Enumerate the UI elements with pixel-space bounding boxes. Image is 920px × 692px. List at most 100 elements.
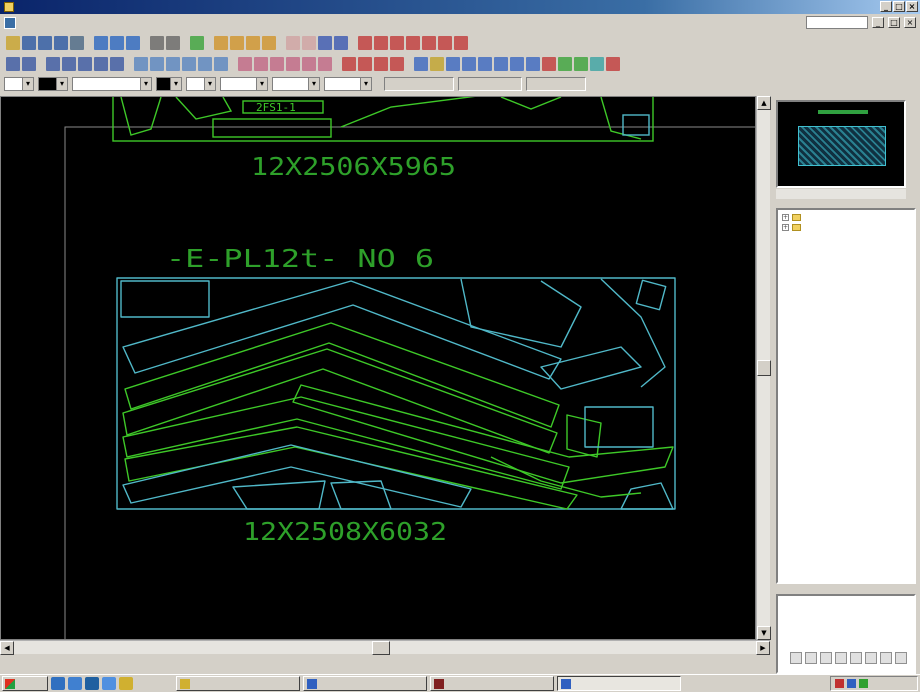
linetype-combo[interactable] — [72, 77, 152, 91]
task-button[interactable] — [303, 676, 427, 691]
toolbar-tool-icon[interactable] — [446, 57, 460, 71]
panel-tool-button[interactable] — [865, 652, 877, 664]
dimstyle-combo[interactable] — [272, 77, 320, 91]
toolbar-tool-icon[interactable] — [358, 36, 372, 50]
lineweight-combo[interactable] — [156, 77, 182, 91]
document-icon[interactable] — [4, 17, 16, 29]
toolbar-tool-icon[interactable] — [190, 36, 204, 50]
toolbar-tool-icon[interactable] — [526, 57, 540, 71]
toolbar-tool-icon[interactable] — [302, 36, 316, 50]
toolbar-tool-icon[interactable] — [54, 36, 68, 50]
toolbar-tool-icon[interactable] — [286, 57, 300, 71]
horizontal-scroll-thumb[interactable] — [372, 641, 390, 655]
toolbar-tool-icon[interactable] — [6, 36, 20, 50]
toolbar-tool-icon[interactable] — [390, 36, 404, 50]
toolbar-tool-icon[interactable] — [390, 57, 404, 71]
toolbar-tool-icon[interactable] — [166, 57, 180, 71]
toolbar-tool-icon[interactable] — [46, 57, 60, 71]
tray-icon[interactable] — [859, 679, 868, 688]
toolbar-tool-icon[interactable] — [78, 57, 92, 71]
tray-icon[interactable] — [835, 679, 844, 688]
tray-icon[interactable] — [847, 679, 856, 688]
toolbar-tool-icon[interactable] — [198, 57, 212, 71]
doc-minimize-button[interactable]: _ — [872, 17, 884, 28]
toolbar-tool-icon[interactable] — [62, 57, 76, 71]
toolbar-tool-icon[interactable] — [334, 36, 348, 50]
panel-tool-button[interactable] — [850, 652, 862, 664]
toolbar-tool-icon[interactable] — [574, 57, 588, 71]
horizontal-scrollbar[interactable]: ◀ ▶ — [0, 640, 770, 655]
quicklaunch-media-icon[interactable] — [102, 677, 116, 690]
toolbar-tool-icon[interactable] — [230, 36, 244, 50]
scroll-up-icon[interactable]: ▲ — [757, 96, 771, 110]
toolbar-tool-icon[interactable] — [558, 57, 572, 71]
toolbar-tool-icon[interactable] — [38, 36, 52, 50]
toolbar-tool-icon[interactable] — [134, 57, 148, 71]
color-combo[interactable] — [38, 77, 68, 91]
toolbar-tool-icon[interactable] — [110, 36, 124, 50]
quicklaunch-browser-icon[interactable] — [51, 677, 65, 690]
quicklaunch-explorer-icon[interactable] — [85, 677, 99, 690]
toolbar-tool-icon[interactable] — [422, 36, 436, 50]
expand-icon[interactable]: + — [782, 223, 789, 231]
toolbar-tool-icon[interactable] — [94, 36, 108, 50]
vertical-scrollbar[interactable]: ▲ ▼ — [756, 96, 771, 640]
tree-item[interactable]: + — [782, 212, 910, 222]
layer-combo[interactable] — [4, 77, 34, 91]
drawing-canvas[interactable]: 2FS1-1 12X2506X5965 -E-PL12t- NO 6 12X25… — [0, 96, 756, 640]
panel-tool-button[interactable] — [835, 652, 847, 664]
text-height-combo[interactable] — [324, 77, 372, 91]
toolbar-tool-icon[interactable] — [406, 36, 420, 50]
quicklaunch-folder-icon[interactable] — [119, 677, 133, 690]
toolbar-tool-icon[interactable] — [342, 57, 356, 71]
help-search-field[interactable] — [806, 16, 868, 29]
toolbar-tool-icon[interactable] — [6, 57, 20, 71]
panel-tool-button[interactable] — [820, 652, 832, 664]
title-bar[interactable]: _ □ × — [0, 0, 920, 14]
toolbar-tool-icon[interactable] — [214, 57, 228, 71]
toolbar-tool-icon[interactable] — [302, 57, 316, 71]
toolbar-tool-icon[interactable] — [150, 57, 164, 71]
toolbar-tool-icon[interactable] — [238, 57, 252, 71]
toolbar-tool-icon[interactable] — [318, 36, 332, 50]
toolbar-tool-icon[interactable] — [414, 57, 428, 71]
toolbar-tool-icon[interactable] — [214, 36, 228, 50]
task-button[interactable] — [176, 676, 300, 691]
toolbar-tool-icon[interactable] — [430, 57, 444, 71]
expand-icon[interactable]: + — [782, 213, 789, 221]
toolbar-tool-icon[interactable] — [454, 36, 468, 50]
doc-restore-button[interactable]: □ — [888, 17, 900, 28]
toolbar-tool-icon[interactable] — [246, 36, 260, 50]
toolbar-tool-icon[interactable] — [22, 57, 36, 71]
panel-tool-button[interactable] — [790, 652, 802, 664]
toolbar-tool-icon[interactable] — [182, 57, 196, 71]
toolbar-tool-icon[interactable] — [318, 57, 332, 71]
task-button[interactable] — [430, 676, 554, 691]
panel-tool-button[interactable] — [805, 652, 817, 664]
close-button[interactable]: × — [906, 1, 918, 12]
toolbar-tool-icon[interactable] — [262, 36, 276, 50]
doc-close-button[interactable]: × — [904, 17, 916, 28]
toolbar-tool-icon[interactable] — [374, 36, 388, 50]
scroll-down-icon[interactable]: ▼ — [757, 626, 771, 640]
toolbar-tool-icon[interactable] — [542, 57, 556, 71]
nest-preview-thumbnail[interactable] — [776, 100, 906, 188]
minimize-button[interactable]: _ — [880, 1, 892, 12]
toolbar-tool-icon[interactable] — [590, 57, 604, 71]
toolbar-tool-icon[interactable] — [438, 36, 452, 50]
toolbar-tool-icon[interactable] — [126, 36, 140, 50]
toolbar-tool-icon[interactable] — [70, 36, 84, 50]
toolbar-tool-icon[interactable] — [94, 57, 108, 71]
toolbar-tool-icon[interactable] — [510, 57, 524, 71]
cad-drawing[interactable]: 2FS1-1 12X2506X5965 -E-PL12t- NO 6 12X25… — [1, 97, 756, 640]
toolbar-tool-icon[interactable] — [150, 36, 164, 50]
toolbar-tool-icon[interactable] — [374, 57, 388, 71]
toolbar-tool-icon[interactable] — [358, 57, 372, 71]
toolbar-tool-icon[interactable] — [286, 36, 300, 50]
style-combo[interactable] — [220, 77, 268, 91]
toolbar-tool-icon[interactable] — [494, 57, 508, 71]
toolbar-tool-icon[interactable] — [254, 57, 268, 71]
toolbar-tool-icon[interactable] — [478, 57, 492, 71]
toolbar-tool-icon[interactable] — [606, 57, 620, 71]
toolbar-tool-icon[interactable] — [270, 57, 284, 71]
